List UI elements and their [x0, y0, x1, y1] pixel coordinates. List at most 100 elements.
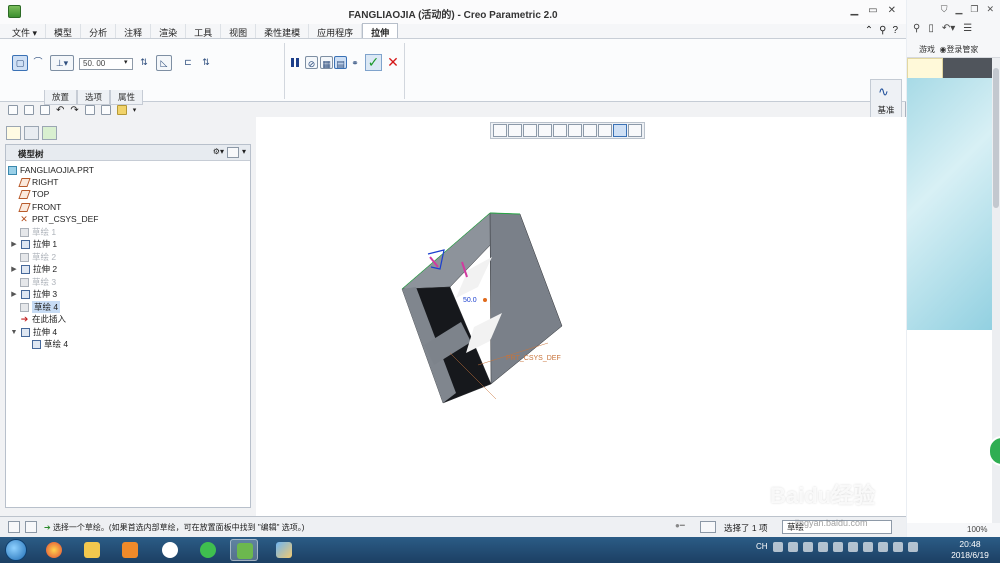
search-icon[interactable]: ⚲: [879, 25, 886, 36]
display-style-icon[interactable]: [553, 124, 567, 137]
remove-material-button[interactable]: ◺: [156, 55, 172, 71]
security-icon[interactable]: [832, 542, 843, 552]
redo-icon[interactable]: ↷: [70, 105, 78, 116]
customize-toolbar-icon[interactable]: ▾: [133, 106, 137, 114]
cancel-button[interactable]: ✕: [386, 53, 400, 71]
tree-item-sketch-4-child[interactable]: 草绘 4: [32, 338, 68, 350]
menu-view[interactable]: 视图: [221, 24, 257, 38]
navigator-toggle-icon[interactable]: [8, 521, 20, 533]
menu-file[interactable]: 文件 ▾: [4, 24, 47, 38]
network-icon[interactable]: [847, 542, 858, 552]
folder-browser-tab-icon[interactable]: [24, 126, 39, 140]
extrude-surface-button[interactable]: ⌒: [30, 55, 46, 71]
tab-extrude[interactable]: 拉伸: [362, 23, 399, 38]
phone-icon[interactable]: ▯: [928, 23, 934, 38]
undo-icon[interactable]: ↶: [56, 105, 64, 116]
graphics-viewport[interactable]: 50.0 PRT_CSYS_DEF: [256, 117, 906, 516]
menu-tools[interactable]: 工具: [186, 24, 222, 38]
ribbon-minimize-icon[interactable]: ⌃: [865, 25, 873, 36]
taskbar-creo[interactable]: [230, 539, 258, 561]
menu-analysis[interactable]: 分析: [81, 24, 117, 38]
taskbar-paint[interactable]: [270, 539, 298, 561]
bookmark-games[interactable]: 游戏: [919, 45, 935, 54]
ime-icon[interactable]: [772, 542, 783, 552]
depth-dropdown-arrow-icon[interactable]: ▾: [124, 58, 128, 66]
skin-icon[interactable]: ⛉: [941, 4, 948, 18]
open-file-icon[interactable]: [24, 105, 34, 115]
regenerate-icon[interactable]: [84, 105, 95, 115]
favorites-tab-icon[interactable]: [42, 126, 57, 140]
close-icon[interactable]: ✕: [888, 5, 896, 16]
repaint-icon[interactable]: [538, 124, 552, 137]
pause-button[interactable]: [290, 57, 301, 69]
saved-orientations-icon[interactable]: [568, 124, 582, 137]
taskbar-chrome[interactable]: [40, 539, 68, 561]
tree-item-top[interactable]: TOP: [18, 188, 49, 200]
tree-item-sketch-4[interactable]: 草绘 4: [20, 301, 61, 313]
tree-item-extrude-4[interactable]: ▼ 拉伸 4: [10, 326, 58, 338]
tree-item-extrude-3[interactable]: ▶ 拉伸 3: [10, 288, 57, 300]
tree-item-right[interactable]: RIGHT: [18, 176, 58, 188]
windows-icon[interactable]: [100, 105, 111, 115]
volume-icon[interactable]: [862, 542, 873, 552]
menu-applications[interactable]: 应用程序: [309, 24, 363, 38]
restore-icon[interactable]: ❐: [970, 4, 978, 18]
zoom-in-icon[interactable]: [508, 124, 522, 137]
menu-icon[interactable]: ☰: [963, 23, 972, 38]
collapse-icon[interactable]: ▼: [10, 329, 18, 336]
settings-icon[interactable]: ⚙▾: [213, 147, 224, 158]
show-icon[interactable]: [226, 147, 239, 158]
browser-zoom[interactable]: 100%: [907, 523, 1000, 537]
taskbar-baidu-netdisk[interactable]: [156, 539, 184, 561]
flip-direction-button[interactable]: ⇅: [136, 55, 152, 71]
chevron-down-icon[interactable]: ▾: [242, 147, 246, 158]
taskbar-360[interactable]: [194, 539, 222, 561]
settings-icon[interactable]: [817, 542, 828, 552]
refit-icon[interactable]: [493, 124, 507, 137]
clock[interactable]: 20:48 2018/6/19: [945, 539, 995, 561]
minimize-icon[interactable]: ▁: [850, 5, 858, 16]
new-file-icon[interactable]: [8, 105, 18, 115]
browser-content[interactable]: [907, 58, 1000, 523]
chat-icon[interactable]: [892, 542, 903, 552]
help-icon[interactable]: ?: [892, 25, 898, 36]
tab-options[interactable]: 选项: [77, 90, 111, 105]
minimize-icon[interactable]: ▁: [955, 4, 962, 18]
no-preview-button[interactable]: ⊘: [305, 56, 318, 69]
menu-model[interactable]: 模型: [46, 24, 82, 38]
save-icon[interactable]: [40, 105, 50, 115]
expand-icon[interactable]: ▶: [10, 240, 18, 248]
spin-center-icon[interactable]: [613, 124, 627, 137]
tree-item-part[interactable]: FANGLIAOJIA.PRT: [8, 164, 94, 176]
thicken-sketch-button[interactable]: ⊏: [180, 55, 196, 71]
scrollbar-thumb[interactable]: [993, 68, 999, 208]
tab-properties[interactable]: 属性: [110, 90, 144, 105]
model-3d-view[interactable]: 50.0 PRT_CSYS_DEF: [256, 117, 906, 516]
tree-item-csys[interactable]: ✕ PRT_CSYS_DEF: [19, 213, 98, 225]
attached-preview-button[interactable]: ▦: [320, 56, 333, 69]
maximize-icon[interactable]: ▭: [868, 5, 877, 16]
menu-flexible-modeling[interactable]: 柔性建模: [256, 24, 310, 38]
view-manager-icon[interactable]: [583, 124, 597, 137]
close-icon[interactable]: ✕: [986, 4, 994, 18]
keyboard-icon[interactable]: [802, 542, 813, 552]
taskbar-explorer[interactable]: [78, 539, 106, 561]
tree-item-sketch-2[interactable]: 草绘 2: [20, 251, 56, 263]
help-icon[interactable]: [787, 542, 798, 552]
menu-annotate[interactable]: 注释: [116, 24, 152, 38]
extrude-solid-button[interactable]: ▢: [12, 55, 28, 71]
depth-option-dropdown[interactable]: ⊥▾: [50, 55, 74, 71]
binoculars-icon[interactable]: [700, 521, 716, 533]
zoom-out-icon[interactable]: [523, 124, 537, 137]
ok-button[interactable]: ✓: [365, 54, 382, 71]
depth-dimension-label[interactable]: 50.0: [463, 297, 477, 304]
battery-icon[interactable]: [907, 542, 918, 552]
expand-icon[interactable]: ▶: [10, 290, 18, 298]
detached-preview-button[interactable]: ▤: [334, 56, 347, 69]
browser-toggle-icon[interactable]: [25, 521, 37, 533]
tree-item-front[interactable]: FRONT: [18, 201, 61, 213]
search-icon[interactable]: ⚲: [913, 23, 920, 38]
bookmark-login[interactable]: 登录管家: [946, 45, 978, 54]
folder-icon[interactable]: [116, 105, 127, 115]
model-tree-tab-icon[interactable]: [6, 126, 21, 140]
